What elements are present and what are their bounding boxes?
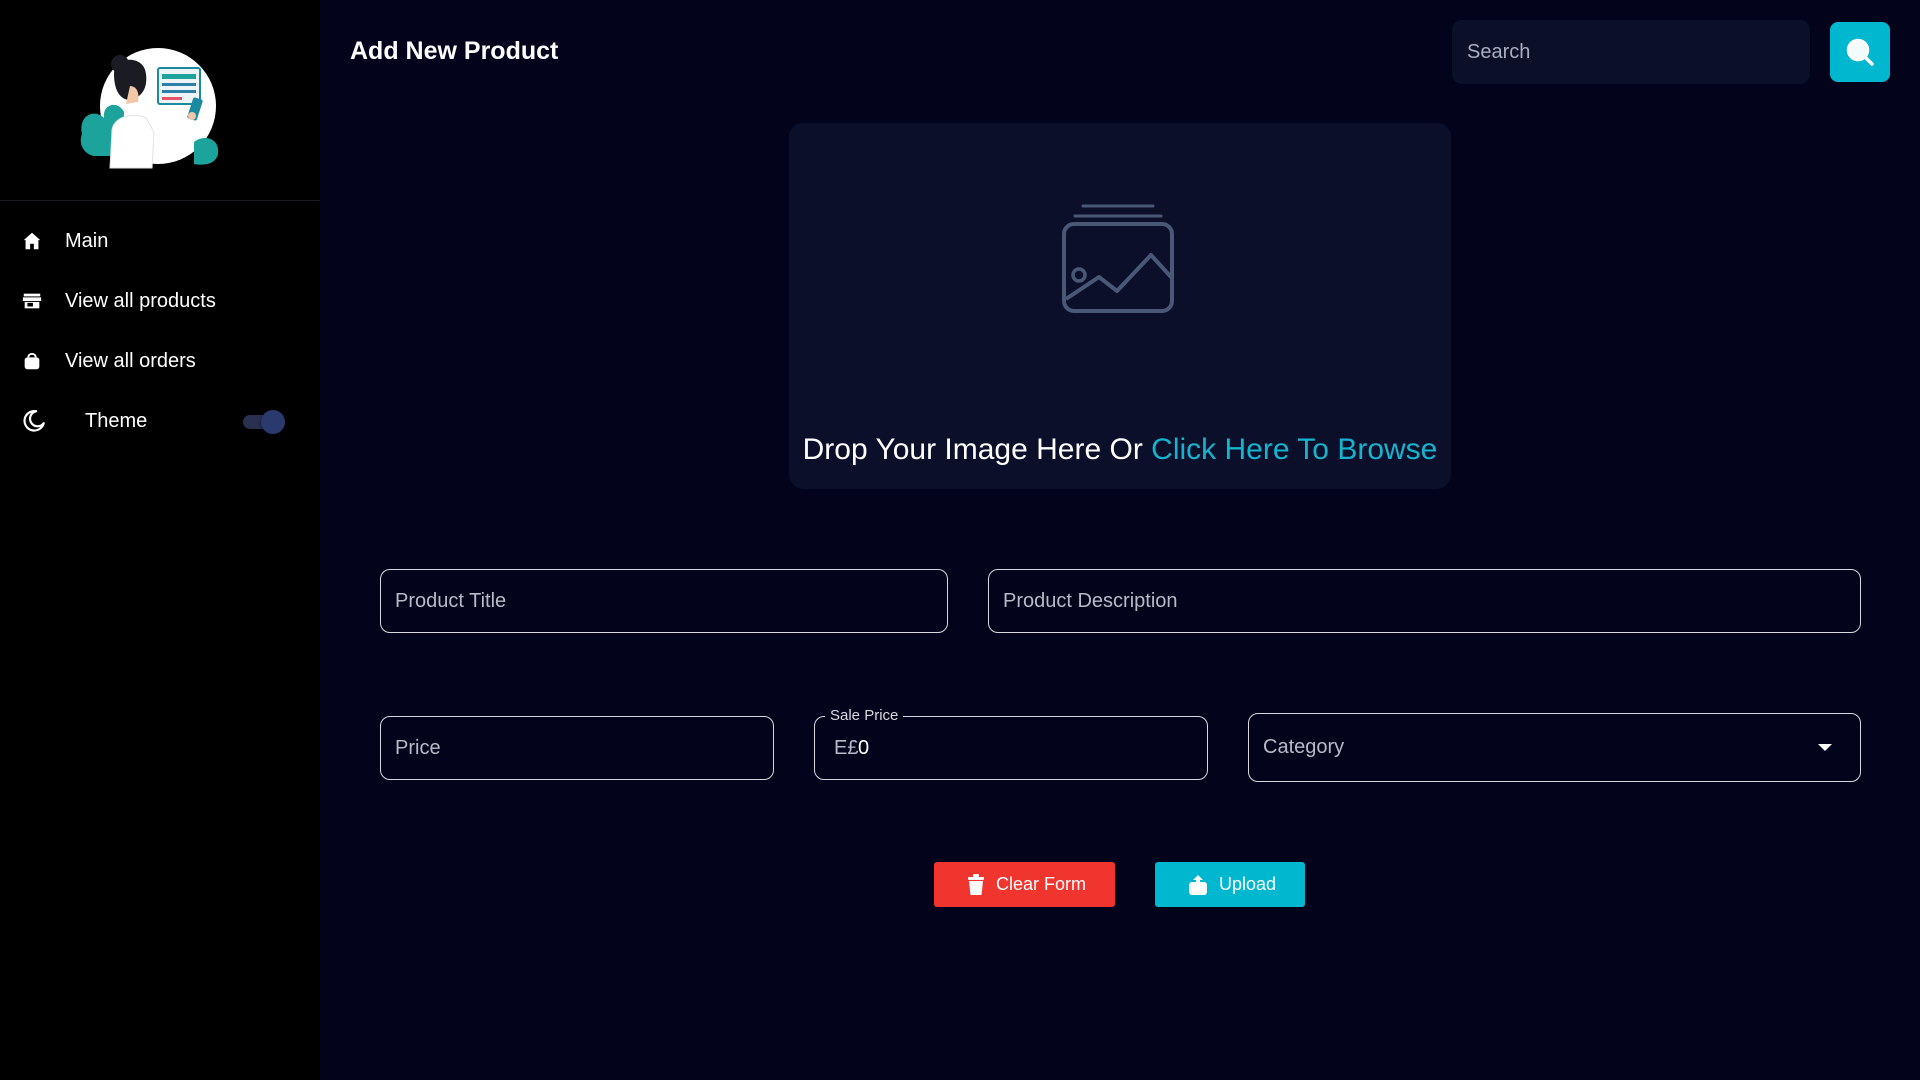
search-box [1452, 20, 1824, 84]
category-placeholder: Category [1263, 736, 1345, 758]
image-placeholder-icon [1062, 204, 1174, 313]
clear-form-button[interactable]: Clear Form [934, 862, 1115, 907]
avatar-illustration [80, 48, 219, 169]
sale-price-label: Sale Price [825, 707, 904, 724]
search-input[interactable] [1452, 20, 1824, 84]
theme-label: Theme [85, 409, 148, 432]
browse-link[interactable]: Click Here To Browse [1151, 433, 1437, 466]
product-description-input[interactable] [989, 570, 1860, 632]
currency-prefix: E£ [834, 737, 859, 759]
upload-button[interactable]: Upload [1155, 862, 1305, 907]
product-title-input[interactable] [381, 570, 947, 632]
sidebar-item-view-all-orders[interactable]: View all orders [0, 335, 320, 387]
dropzone-prompt: Drop Your Image Here Or [802, 433, 1143, 466]
toggle-thumb [261, 410, 285, 434]
dropzone-text: Drop Your Image Here Or Click Here To Br… [789, 433, 1451, 467]
theme-toggle[interactable] [241, 410, 287, 434]
store-icon [22, 293, 42, 309]
upload-label: Upload [1219, 874, 1277, 894]
main-content: Add New Product Drop Your Image Here Or … [320, 0, 1920, 1080]
chevron-down-icon [1818, 744, 1832, 751]
sale-price-input[interactable] [815, 717, 1207, 779]
clear-form-label: Clear Form [996, 874, 1087, 894]
product-title-field [380, 569, 948, 633]
logo-area [0, 0, 320, 201]
sale-price-field: Sale Price E£ [814, 707, 1208, 780]
category-select[interactable]: Category [1248, 713, 1861, 782]
home-icon [23, 232, 41, 250]
price-field [380, 716, 774, 780]
search-icon [1846, 38, 1874, 66]
image-dropzone[interactable]: Drop Your Image Here Or Click Here To Br… [789, 123, 1451, 489]
sidebar-item-label: Main [65, 229, 109, 252]
sidebar-item-label: View all products [65, 289, 216, 312]
product-description-field [988, 569, 1861, 633]
upload-bag-icon [1187, 874, 1209, 896]
sidebar-item-view-all-products[interactable]: View all products [0, 275, 320, 327]
search-button[interactable] [1830, 22, 1890, 82]
trash-icon [966, 873, 986, 896]
sidebar-item-main[interactable]: Main [0, 215, 320, 267]
sidebar-item-theme: Theme [0, 395, 320, 447]
page-title: Add New Product [350, 37, 559, 65]
sidebar: Main View all products View all orders T… [0, 0, 320, 1080]
shopping-bag-icon [24, 352, 40, 370]
sidebar-item-label: View all orders [65, 349, 196, 372]
price-input[interactable] [381, 717, 773, 779]
moon-icon [23, 410, 45, 432]
